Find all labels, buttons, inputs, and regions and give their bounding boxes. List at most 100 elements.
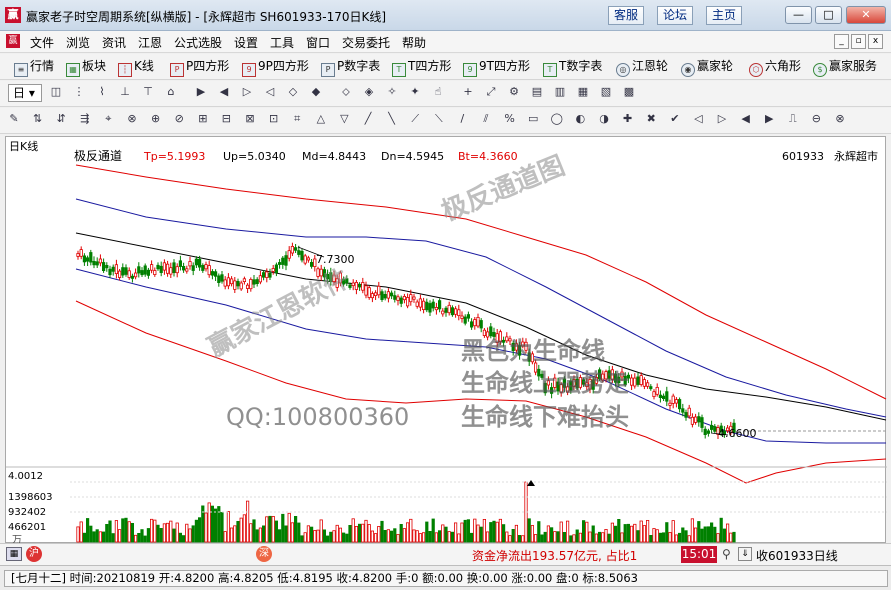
diamond-sm-icon[interactable]: ⬦ — [338, 84, 354, 100]
select-tool-icon[interactable]: ◫ — [48, 84, 64, 100]
menu-tools[interactable]: 工具 — [270, 34, 294, 51]
homepage-link[interactable]: 主页 — [706, 6, 742, 25]
forum-link[interactable]: 论坛 — [657, 6, 693, 25]
line-tool-icon[interactable]: ⊟ — [218, 111, 234, 127]
chart-canvas[interactable]: 12-09 12-29 01-19 02-08 03-05 03-25 04-15 05-11… — [6, 129, 887, 546]
line-tool-icon[interactable]: ⊞ — [195, 111, 211, 127]
mdi-restore-button[interactable]: ▫ — [851, 34, 866, 49]
mdi-close-button[interactable]: x — [868, 34, 883, 49]
line-tool-icon[interactable]: ⇶ — [77, 111, 93, 127]
customer-service-link[interactable]: 客服 — [608, 6, 644, 25]
line-tool-icon[interactable]: ⫽ — [478, 111, 494, 127]
line-tool-icon[interactable]: ⟋ — [407, 111, 423, 127]
line-tool-icon[interactable]: ╱ — [360, 111, 376, 127]
hand-icon[interactable]: ☝ — [430, 84, 446, 100]
toolbar-hexagon[interactable]: ⬡ 六角形 — [749, 57, 801, 77]
maximize-button[interactable]: □ — [815, 6, 842, 24]
line-tool-icon[interactable]: / — [454, 111, 470, 127]
calendar-icon[interactable]: ▥ — [552, 84, 568, 100]
line-tool-icon[interactable]: ⊗ — [832, 111, 848, 127]
star-fill-icon[interactable]: ✦ — [407, 84, 423, 100]
menu-help[interactable]: 帮助 — [402, 34, 426, 51]
print-icon[interactable]: ▩ — [621, 84, 637, 100]
cursor-icon[interactable]: ⋮ — [71, 84, 87, 100]
diamond-fill-icon[interactable]: ◆ — [308, 84, 324, 100]
app-menu-icon[interactable]: 赢 — [6, 34, 20, 48]
diamond-icon[interactable]: ◇ — [285, 84, 301, 100]
line-tool-icon[interactable]: ╲ — [384, 111, 400, 127]
line-tool-icon[interactable]: ⊡ — [266, 111, 282, 127]
line-tool-icon[interactable]: ✎ — [6, 111, 22, 127]
menu-file[interactable]: 文件 — [30, 34, 54, 51]
toolbar-9p-square[interactable]: 9 9P四方形 — [242, 57, 309, 77]
line-tool-icon[interactable]: ▽ — [336, 111, 352, 127]
toolbar-kline[interactable]: ┆ K线 — [118, 57, 154, 77]
line-tool-icon[interactable]: ▭ — [525, 111, 541, 127]
line-tool-icon[interactable]: ⊘ — [171, 111, 187, 127]
toolbar-gann-wheel[interactable]: ◎ 江恩轮 — [616, 57, 668, 77]
menu-browse[interactable]: 浏览 — [66, 34, 90, 51]
line-tool-icon[interactable]: ◐ — [572, 111, 588, 127]
line-tool-icon[interactable]: ⊗ — [124, 111, 140, 127]
prev-icon[interactable]: ◁ — [262, 84, 278, 100]
line-tool-icon[interactable]: ✖ — [643, 111, 659, 127]
minimize-button[interactable]: — — [785, 6, 812, 24]
grid-icon[interactable]: ▦ — [575, 84, 591, 100]
line-tool-icon[interactable]: ◯ — [549, 111, 565, 127]
home-icon[interactable]: ⌂ — [163, 84, 179, 100]
menu-settings[interactable]: 设置 — [234, 34, 258, 51]
line-tool-icon[interactable]: ◁ — [690, 111, 706, 127]
grid-toggle-icon[interactable]: ▦ — [6, 547, 22, 561]
period-select[interactable]: 日 ▾ — [8, 84, 42, 102]
line-tool-icon[interactable]: ⌖ — [100, 111, 116, 127]
line-tool-icon[interactable]: ⌗ — [289, 111, 305, 127]
line-tool-icon[interactable]: ⎍ — [785, 111, 801, 127]
toolbar-p-square[interactable]: P P四方形 — [170, 57, 229, 77]
menu-formula-select[interactable]: 公式选股 — [174, 34, 222, 51]
receive-icon[interactable]: ⇓ — [738, 547, 752, 561]
table-icon[interactable]: ▤ — [529, 84, 545, 100]
menu-trade[interactable]: 交易委托 — [342, 34, 390, 51]
mdi-minimize-button[interactable]: _ — [834, 34, 849, 49]
top-icon[interactable]: ⊤ — [140, 84, 156, 100]
toolbar-t-square[interactable]: T T四方形 — [392, 57, 451, 77]
diamond-target-icon[interactable]: ◈ — [361, 84, 377, 100]
crosshair-icon[interactable]: + — [460, 84, 476, 100]
close-button[interactable]: ✕ — [846, 6, 886, 24]
shenzhen-button[interactable]: 深 — [256, 546, 272, 562]
kline-chart[interactable]: 12-09 12-29 01-19 02-08 03-05 03-25 04-15 05-11… — [5, 129, 887, 546]
line-tool-icon[interactable]: ⊖ — [808, 111, 824, 127]
pattern-icon[interactable]: ▧ — [598, 84, 614, 100]
back-icon[interactable]: ◀ — [216, 84, 232, 100]
toolbar-winner-wheel[interactable]: ◉ 赢家轮 — [681, 57, 733, 77]
toolbar-service[interactable]: $ 赢家服务 — [813, 57, 877, 77]
line-tool-icon[interactable]: ✔ — [667, 111, 683, 127]
menu-gann[interactable]: 江恩 — [138, 34, 162, 51]
line-tool-icon[interactable]: ⇵ — [53, 111, 69, 127]
play-icon[interactable]: ▶ — [193, 84, 209, 100]
menu-news[interactable]: 资讯 — [102, 34, 126, 51]
line-tool-icon[interactable]: % — [502, 111, 518, 127]
toolbar-p-table[interactable]: P P数字表 — [321, 57, 380, 77]
toolbar-t-table[interactable]: T T数字表 — [543, 57, 602, 77]
line-tool-icon[interactable]: ⊠ — [242, 111, 258, 127]
zoom-icon[interactable]: ⤢ — [483, 84, 499, 100]
line-tool-icon[interactable]: ⟍ — [431, 111, 447, 127]
toolbar-9t-square[interactable]: 9 9T四方形 — [463, 57, 530, 77]
next-icon[interactable]: ▷ — [239, 84, 255, 100]
star-icon[interactable]: ✧ — [384, 84, 400, 100]
line-tool-icon[interactable]: ▷ — [714, 111, 730, 127]
settings-icon[interactable]: ⚙ — [506, 84, 522, 100]
line-tool-icon[interactable]: ◑ — [596, 111, 612, 127]
line-tool-icon[interactable]: ◀ — [738, 111, 754, 127]
line-tool-icon[interactable]: ⇅ — [30, 111, 46, 127]
shanghai-button[interactable]: 沪 — [26, 546, 42, 562]
line-tool-icon[interactable]: ▶ — [761, 111, 777, 127]
wave-icon[interactable]: ⌇ — [94, 84, 110, 100]
menu-window[interactable]: 窗口 — [306, 34, 330, 51]
toolbar-quotes[interactable]: ≡ 行情 — [14, 57, 54, 77]
bottom-icon[interactable]: ⊥ — [117, 84, 133, 100]
line-tool-icon[interactable]: ⊕ — [148, 111, 164, 127]
line-tool-icon[interactable]: △ — [313, 111, 329, 127]
line-tool-icon[interactable]: ✚ — [620, 111, 636, 127]
